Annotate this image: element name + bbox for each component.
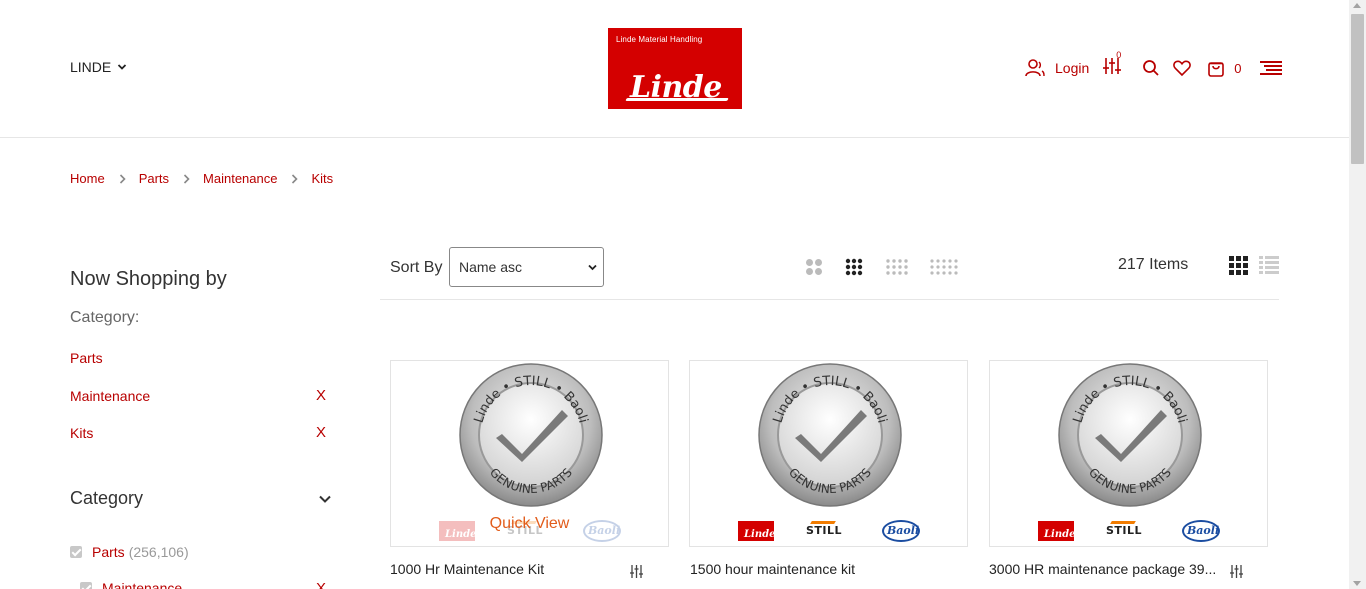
active-filter-name[interactable]: Parts [70, 350, 103, 366]
brand-baoli-logo: Baoli [1182, 520, 1220, 542]
brand-baoli-logo: Baoli [882, 520, 920, 542]
active-filter-maintenance: Maintenance X [70, 387, 332, 404]
sort-by-label: Sort By [390, 259, 443, 276]
login-link[interactable]: Login [1025, 58, 1089, 78]
category-item-count: (256,106) [128, 544, 189, 560]
brand-still-logo: STILL [806, 524, 843, 537]
site-header: LINDE Linde Material Handling Linde Logi… [0, 0, 1349, 138]
menu-icon[interactable] [1259, 60, 1282, 76]
breadcrumb: Home Parts Maintenance Kits [70, 171, 333, 186]
logo-subtitle: Linde Material Handling [616, 35, 703, 44]
compare-sliders-icon[interactable] [1229, 564, 1244, 579]
user-icon [1025, 59, 1045, 77]
active-filter-parts: Parts [70, 350, 332, 366]
chevron-down-icon [118, 64, 127, 70]
now-shopping-title: Now Shopping by [70, 268, 227, 290]
category-item-name: Maintenance [102, 580, 183, 589]
logo-swoosh [625, 98, 729, 101]
page-scrollbar[interactable] [1349, 0, 1366, 589]
scroll-up-arrow-icon[interactable] [1353, 3, 1361, 8]
chevron-down-icon [319, 495, 331, 503]
active-filter-name[interactable]: Maintenance [70, 388, 150, 404]
grid-view-icon[interactable] [1229, 256, 1248, 275]
breadcrumb-parts[interactable]: Parts [139, 171, 169, 186]
login-label: Login [1055, 60, 1090, 76]
store-switcher[interactable]: LINDE [70, 59, 127, 75]
grid-5-columns-icon[interactable] [929, 258, 959, 276]
chevron-down-icon [588, 264, 597, 271]
product-card[interactable]: Linde • STILL • Baoli GENUINE PARTS Lind… [390, 360, 669, 547]
scroll-down-arrow-icon[interactable] [1353, 581, 1361, 586]
product-toolbar: Sort By Name asc 217 Items [380, 247, 1279, 300]
remove-filter-button[interactable]: X [316, 424, 332, 441]
sort-select[interactable]: Name asc [449, 247, 604, 287]
quick-view-button[interactable]: Quick View [391, 515, 668, 533]
category-filter-label: Category: [70, 309, 140, 326]
brand-linde-logo: Linde [1038, 521, 1075, 541]
remove-filter-button[interactable]: X [316, 580, 326, 589]
product-name[interactable]: 1500 hour maintenance kit [690, 561, 915, 577]
compare-sliders-icon[interactable] [629, 564, 644, 579]
sort-select-value: Name asc [459, 259, 523, 275]
genuine-parts-badge-image: Linde • STILL • Baoli GENUINE PARTS [1058, 363, 1202, 507]
category-item-parts[interactable]: Parts (256,106) [70, 544, 189, 560]
chevron-right-icon [119, 173, 126, 184]
checkbox[interactable] [70, 546, 82, 558]
category-section-title: Category [70, 488, 144, 508]
linde-logo[interactable]: Linde Material Handling Linde [608, 28, 742, 109]
breadcrumb-home[interactable]: Home [70, 171, 105, 186]
chevron-right-icon [292, 173, 299, 184]
wishlist-heart-icon[interactable] [1173, 59, 1192, 77]
brand-still-logo: STILL [1106, 524, 1143, 537]
filter-sidebar: Now Shopping by Category: Parts Maintena… [70, 268, 332, 589]
grid-2-columns-icon[interactable] [805, 258, 823, 276]
product-card[interactable]: Linde • STILL • Baoli GENUINE PARTS Lind… [989, 360, 1268, 547]
product-name[interactable]: 3000 HR maintenance package 39... [989, 561, 1219, 577]
grid-3-columns-icon[interactable] [845, 258, 863, 276]
active-filter-kits: Kits X [70, 424, 332, 441]
category-item-maintenance[interactable]: Maintenance X [80, 580, 332, 589]
items-count: 217 Items [1118, 256, 1189, 273]
brand-logos: Linde STILL Baoli [990, 520, 1267, 542]
product-card[interactable]: Linde • STILL • Baoli GENUINE PARTS Lind… [689, 360, 968, 547]
brand-linde-logo: Linde [738, 521, 775, 541]
genuine-parts-badge-image: Linde • STILL • Baoli GENUINE PARTS [758, 363, 902, 507]
search-icon[interactable] [1142, 59, 1160, 77]
cart-count: 0 [1234, 60, 1242, 76]
list-view-icon[interactable] [1259, 256, 1279, 275]
genuine-parts-badge-image: Linde • STILL • Baoli GENUINE PARTS [459, 363, 603, 507]
chevron-right-icon [183, 173, 190, 184]
store-switcher-label: LINDE [70, 59, 112, 75]
grid-4-columns-icon[interactable] [885, 258, 909, 276]
category-section-header[interactable]: Category [70, 488, 332, 509]
cart-bag-icon[interactable] [1207, 59, 1225, 78]
checkbox[interactable] [80, 582, 92, 589]
brand-logos: Linde STILL Baoli [690, 520, 967, 542]
header-actions: Login 0 0 [1025, 50, 1282, 81]
product-name[interactable]: 1000 Hr Maintenance Kit [390, 561, 615, 577]
scrollbar-thumb[interactable] [1351, 14, 1364, 164]
compare-button[interactable]: 0 [1102, 50, 1122, 81]
active-filter-name[interactable]: Kits [70, 425, 93, 441]
breadcrumb-kits[interactable]: Kits [311, 171, 333, 186]
breadcrumb-maintenance[interactable]: Maintenance [203, 171, 277, 186]
remove-filter-button[interactable]: X [316, 387, 332, 404]
category-item-name: Parts [92, 544, 125, 560]
compare-count: 0 [1116, 49, 1122, 60]
